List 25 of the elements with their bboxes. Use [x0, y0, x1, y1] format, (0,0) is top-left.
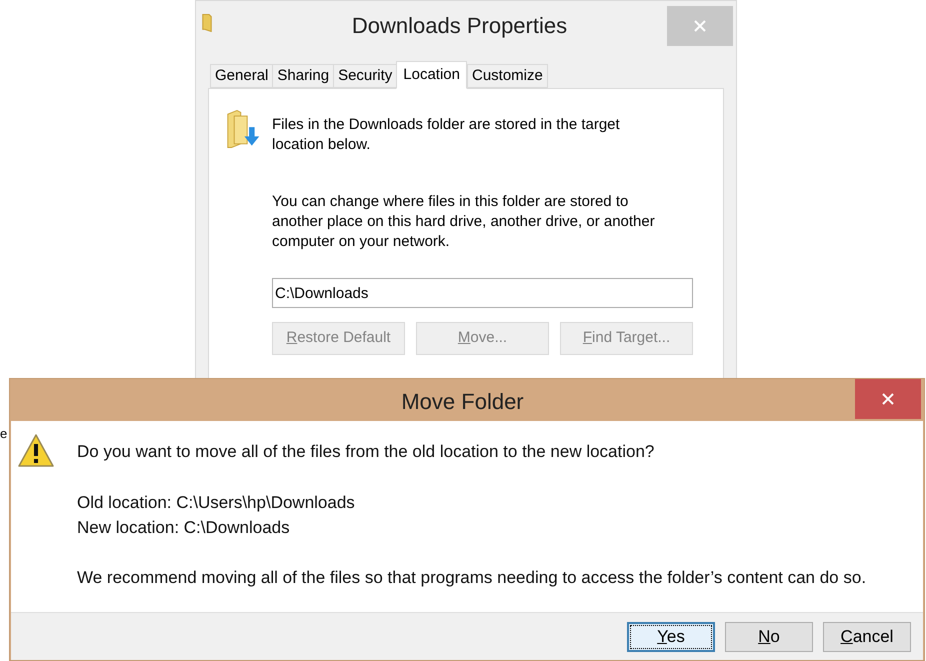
close-icon	[693, 19, 707, 33]
tab[interactable]: Location	[396, 61, 467, 89]
close-button[interactable]	[667, 6, 733, 46]
tab[interactable]: General	[210, 64, 274, 88]
close-icon	[881, 392, 895, 406]
path-field[interactable]: C:\Downloads	[272, 278, 693, 308]
tab[interactable]: Security	[333, 64, 398, 88]
description-text: You can change where files in this folder are stored to another place on this hard drive, another drive, or another computer on your network.	[272, 192, 656, 252]
dialog-button[interactable]: No	[725, 622, 813, 652]
old-location-text: Old location: C:\Users\hp\Downloads	[77, 492, 356, 514]
close-button[interactable]	[855, 379, 921, 419]
info-text: Files in the Downloads folder are stored in the target location below.	[272, 115, 621, 155]
recommendation-text: We recommend moving all of the files so that programs needing to access the folder’s content can do so.	[77, 567, 866, 589]
question-text: Do you want to move all of the files from the old location to the new location?	[77, 441, 656, 463]
dialog-button[interactable]: Cancel	[823, 622, 911, 652]
new-location-text: New location: C:\Downloads	[77, 517, 291, 539]
folder-icon	[202, 14, 212, 32]
background-text: e	[0, 427, 8, 440]
warning-icon	[17, 433, 55, 469]
dialog-title: Move Folder	[400, 388, 525, 415]
download-folder-icon	[225, 107, 262, 151]
tab[interactable]: Sharing	[272, 64, 334, 88]
dialog-button[interactable]: Yes	[627, 622, 715, 652]
tab[interactable]: Customize	[466, 64, 548, 88]
window-title: Downloads Properties	[350, 12, 568, 40]
